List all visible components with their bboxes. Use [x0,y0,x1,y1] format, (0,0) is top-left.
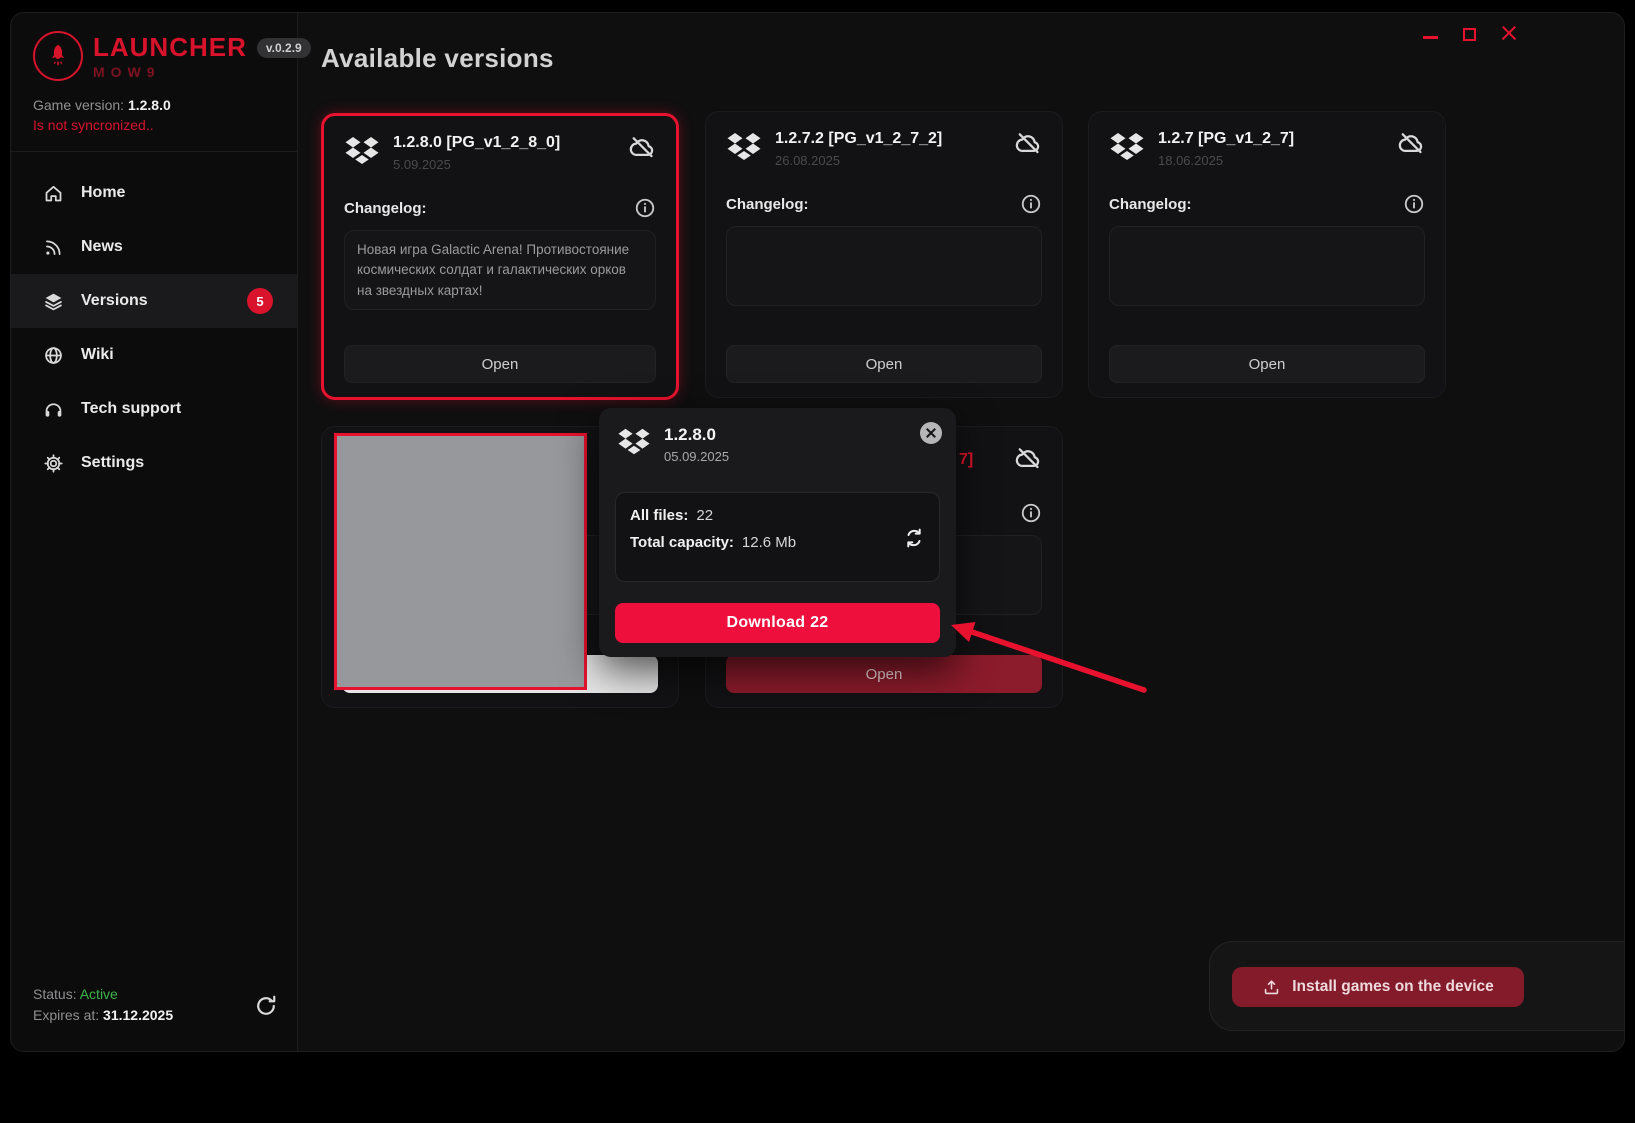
version-date: 5.09.2025 [393,157,616,172]
install-panel: Install games on the device [1209,941,1625,1031]
changelog-label: Changelog: [1109,196,1192,213]
info-icon[interactable] [1020,193,1042,215]
all-files-label: All files: [630,507,688,524]
version-date: 18.06.2025 [1158,153,1385,168]
headset-icon [43,399,64,420]
sidebar-item-settings[interactable]: Settings [11,436,297,490]
changelog-text: Новая игра Galactic Arena! Противостояни… [344,230,656,310]
popup-close-icon[interactable] [920,422,942,444]
cloud-off-icon [1398,130,1425,157]
version-card-127[interactable]: 1.2.7 [PG_v1_2_7] 18.06.2025 Changelog: … [1088,111,1446,398]
sidebar-nav: Home News Versions 5 Wiki Tech sup [11,166,297,490]
changelog-label: Changelog: [726,196,809,213]
version-card-1272[interactable]: 1.2.7.2 [PG_v1_2_7_2] 26.08.2025 Changel… [705,111,1063,398]
dropbox-icon [617,427,651,456]
launcher-window: LAUNCHER v.0.2.9 MOW9 Game version: 1.2.… [10,12,1625,1052]
sidebar: LAUNCHER v.0.2.9 MOW9 Game version: 1.2.… [11,13,298,1051]
open-button[interactable]: Open [726,345,1042,383]
version-title: 1.2.8.0 [PG_v1_2_8_0] [393,134,616,152]
refresh-status-button[interactable] [253,993,279,1019]
info-icon[interactable] [1020,502,1042,524]
wiki-globe-icon [43,345,64,366]
maximize-button[interactable] [1463,28,1476,41]
app-title: LAUNCHER [93,32,247,63]
sidebar-item-label: Wiki [81,346,114,364]
sidebar-divider [11,151,297,152]
sync-warning: Is not syncronized.. [33,117,297,133]
sidebar-item-news[interactable]: News [11,220,297,274]
close-button[interactable] [1501,25,1517,41]
sync-icon [902,526,926,550]
dropbox-icon [344,135,380,166]
status-value: Active [80,986,118,1002]
rocket-logo-icon [33,31,83,81]
install-games-button[interactable]: Install games on the device [1232,967,1524,1007]
changelog-text [1109,226,1425,306]
dropbox-icon [1109,131,1145,162]
versions-count-badge: 5 [247,288,273,314]
redaction-annotation [334,433,587,690]
info-icon[interactable] [1403,193,1425,215]
cloud-off-icon [1015,130,1042,157]
minimize-button[interactable] [1423,36,1438,39]
info-icon[interactable] [634,197,656,219]
popup-version: 1.2.8.0 [664,425,729,445]
sidebar-item-label: Versions [81,292,148,310]
download-popup: 1.2.8.0 05.09.2025 All files: 22 Total c… [599,408,956,657]
changelog-text [726,226,1042,306]
expires-value: 31.12.2025 [103,1007,173,1023]
home-icon [43,183,64,204]
sidebar-item-home[interactable]: Home [11,166,297,220]
sync-button[interactable] [902,526,926,550]
changelog-label: Changelog: [344,200,427,217]
game-version-value: 1.2.8.0 [128,97,171,113]
logo: LAUNCHER v.0.2.9 MOW9 [11,13,297,81]
sidebar-item-tech-support[interactable]: Tech support [11,382,297,436]
news-icon [43,237,64,258]
game-version-label: Game version: [33,97,124,113]
screen: LAUNCHER v.0.2.9 MOW9 Game version: 1.2.… [0,0,1635,1123]
capacity-value: 12.6 Mb [742,534,796,551]
open-button[interactable]: Open [1109,345,1425,383]
expires-label: Expires at: [33,1007,99,1023]
versions-icon [43,291,64,312]
version-card-1280[interactable]: 1.2.8.0 [PG_v1_2_8_0] 5.09.2025 Changelo… [321,113,679,400]
page-title: Available versions [321,43,554,74]
open-button[interactable]: Open [726,655,1042,693]
status-line: Status: Active [33,984,173,1004]
popup-date: 05.09.2025 [664,449,729,464]
version-title: 1.2.7 [PG_v1_2_7] [1158,130,1385,148]
version-title: 1.2.7.2 [PG_v1_2_7_2] [775,130,1002,148]
sidebar-item-label: Tech support [81,400,181,418]
sidebar-item-label: Home [81,184,125,202]
expires-line: Expires at: 31.12.2025 [33,1005,173,1025]
cloud-off-icon [1015,445,1042,472]
sidebar-item-versions[interactable]: Versions 5 [11,274,297,328]
sidebar-item-label: Settings [81,454,144,472]
capacity-label: Total capacity: [630,534,734,551]
sidebar-item-label: News [81,238,123,256]
gear-icon [43,453,64,474]
open-button[interactable]: Open [344,345,656,383]
sidebar-item-wiki[interactable]: Wiki [11,328,297,382]
install-games-label: Install games on the device [1292,978,1494,996]
sidebar-footer: Status: Active Expires at: 31.12.2025 [33,984,173,1025]
all-files-value: 22 [696,507,713,524]
cloud-off-icon [629,134,656,161]
game-version-line: Game version: 1.2.8.0 [33,97,297,113]
upload-icon [1262,978,1281,997]
download-button[interactable]: Download 22 [615,603,940,643]
dropbox-icon [726,131,762,162]
popup-file-info: All files: 22 Total capacity: 12.6 Mb [615,492,940,582]
version-date: 26.08.2025 [775,153,1002,168]
status-label: Status: [33,986,77,1002]
window-controls [1423,25,1517,41]
app-subtitle: MOW9 [93,64,311,80]
version-badge: v.0.2.9 [257,38,311,58]
refresh-icon [253,993,279,1019]
version-title-fragment: 7] [959,451,973,469]
